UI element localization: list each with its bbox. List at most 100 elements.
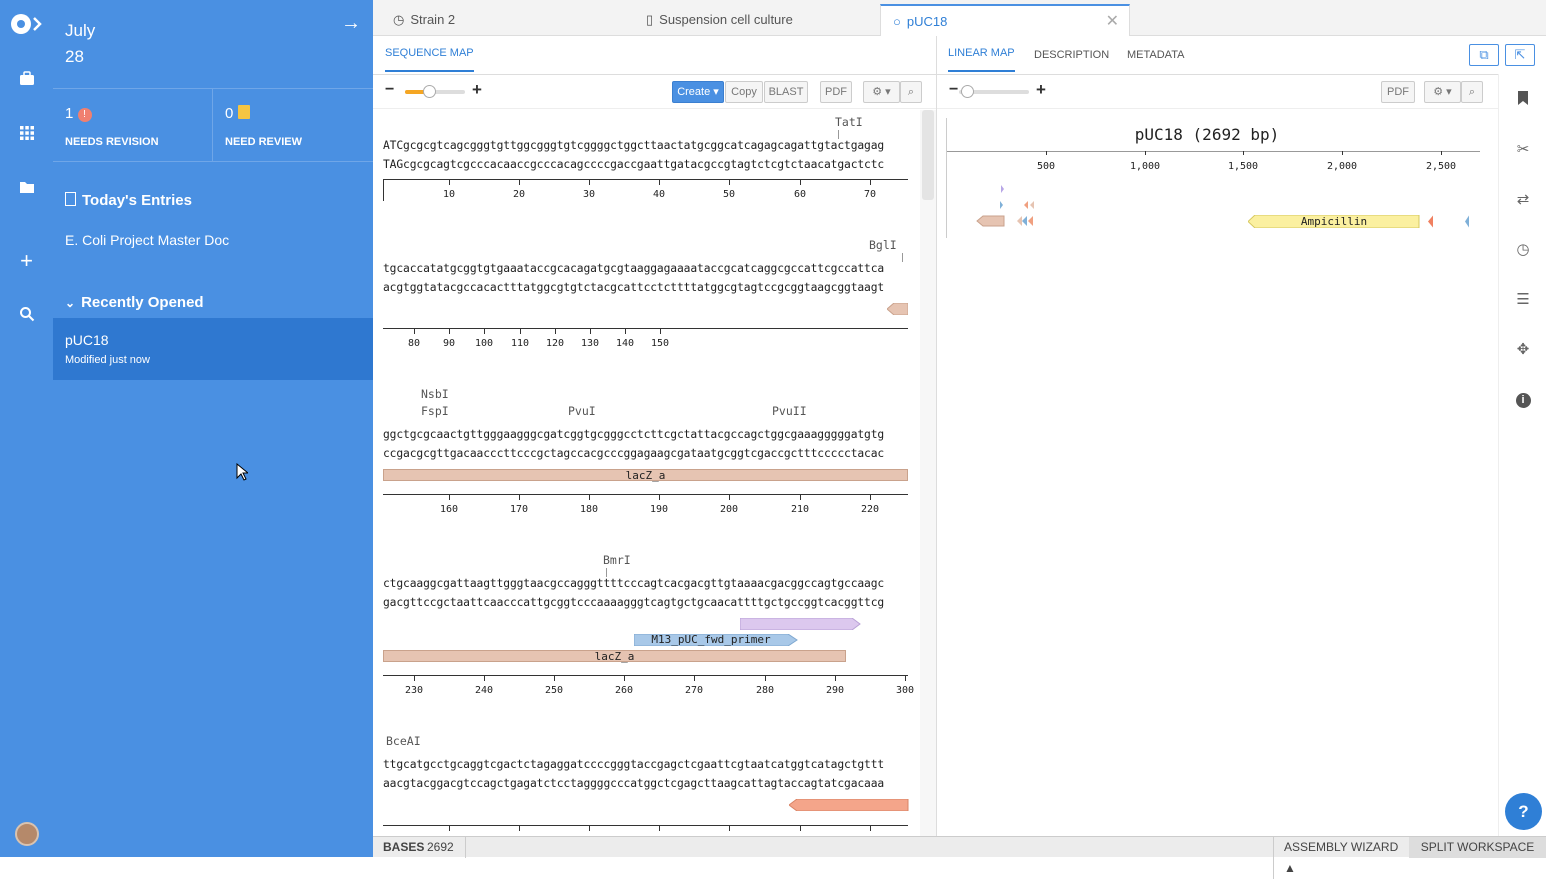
ruler-tick (625, 328, 626, 334)
assembly-wizard-button[interactable]: ASSEMBLY WIZARD ▲ (1273, 837, 1408, 879)
todays-entries-heading: Today's Entries (65, 192, 192, 209)
recently-opened-heading[interactable]: ⌄ Recently Opened (65, 294, 204, 311)
ruler-tick (729, 179, 730, 185)
ruler-tick (520, 328, 521, 334)
apps-grid-icon[interactable] (0, 125, 53, 144)
zoom-in-icon[interactable]: + (1036, 80, 1046, 100)
folder-icon[interactable] (0, 180, 53, 197)
settings-button[interactable]: ⚙ ▾ (1424, 81, 1461, 103)
pane-divider[interactable] (936, 36, 937, 836)
tab-suspension-cell-culture[interactable]: ▯ Suspension cell culture (626, 4, 879, 36)
duplicate-button[interactable]: ⧉ (1469, 44, 1499, 66)
zoom-in-icon[interactable]: + (472, 80, 482, 100)
tab-linear-map[interactable]: LINEAR MAP (948, 36, 1015, 72)
enzyme-site[interactable]: PvuII (772, 404, 807, 418)
needs-revision-count: 1 (65, 105, 74, 122)
ruler-tick (589, 825, 590, 831)
settings-button[interactable]: ⚙ ▾ (863, 81, 900, 103)
tab-strain-2[interactable]: ◷ Strain 2 (373, 4, 626, 36)
zoom-out-icon[interactable]: − (949, 81, 958, 99)
enzyme-site[interactable]: BceAI (386, 734, 421, 748)
zoom-slider[interactable] (405, 85, 465, 98)
create-button[interactable]: Create ▾ (672, 81, 724, 103)
export-button[interactable]: ⇱ (1505, 44, 1535, 66)
sequence-top-strand: ctgcaaggcgattaagttgggtaacgccagggttttccca… (383, 577, 885, 590)
ruler-tick (449, 179, 450, 185)
blast-button[interactable]: BLAST (764, 81, 808, 103)
feature-markers[interactable] (975, 183, 1065, 234)
enzyme-site[interactable]: FspI (421, 404, 449, 418)
split-workspace-button[interactable]: SPLIT WORKSPACE (1409, 837, 1546, 858)
info-icon[interactable]: i (1499, 390, 1546, 408)
map-axis-label: 1,000 (1129, 161, 1161, 172)
need-review-stat[interactable]: 0 NEED REVIEW (213, 88, 373, 162)
tab-metadata[interactable]: METADATA (1127, 36, 1184, 74)
copy-button[interactable]: Copy (725, 81, 763, 103)
history-icon[interactable]: ◷ (1499, 240, 1546, 258)
zoom-out-icon[interactable]: − (385, 81, 394, 99)
needs-revision-stat[interactable]: 1 ! NEEDS REVISION (53, 88, 213, 162)
pdf-button[interactable]: PDF (1381, 81, 1415, 103)
logo-icon[interactable] (0, 12, 53, 39)
ruler-label: 150 (650, 338, 670, 349)
zoom-slider[interactable] (959, 85, 1029, 98)
ruler-tick (554, 675, 555, 681)
bookmark-icon[interactable] (1499, 90, 1546, 110)
feature-markers[interactable] (1425, 215, 1475, 231)
ruler-tick (449, 494, 450, 500)
enzyme-site[interactable]: TatI (835, 115, 863, 129)
enzyme-site[interactable]: BglI (869, 238, 897, 252)
briefcase-icon[interactable] (0, 70, 53, 89)
tab-puc18[interactable]: ○ pUC18 ✕ (880, 4, 1130, 36)
app-rail: + (0, 0, 53, 857)
move-icon[interactable]: ✥ (1499, 340, 1546, 358)
swap-icon[interactable]: ⇄ (1499, 190, 1546, 208)
ruler-label: 60 (793, 189, 807, 200)
entry-link[interactable]: E. Coli Project Master Doc (65, 232, 229, 248)
ruler-label: 170 (509, 504, 529, 515)
alert-icon: ! (77, 108, 92, 122)
map-axis-tick (1046, 151, 1047, 155)
pdf-button[interactable]: PDF (820, 81, 852, 103)
left-toolbar: − + Create ▾ Copy BLAST PDF ⚙ ▾ ⌕ (373, 74, 936, 109)
linear-map[interactable]: pUC18 (2692 bp) 500 1,000 1,500 2,000 2,500 … (946, 118, 1486, 238)
tab-description[interactable]: DESCRIPTION (1034, 36, 1109, 74)
feature-annotation[interactable] (739, 617, 861, 633)
ruler-label: 160 (439, 504, 459, 515)
map-axis-tick (1441, 151, 1442, 155)
feature-lacz-a[interactable]: lacZ_a (383, 650, 846, 663)
ruler-tick (694, 675, 695, 681)
bases-count: 2692 (427, 840, 454, 854)
tab-sequence-map[interactable]: SEQUENCE MAP (385, 36, 474, 72)
help-chat-button[interactable]: ? (1505, 793, 1542, 830)
enzyme-site[interactable]: PvuI (568, 404, 596, 418)
recent-item-title: pUC18 (65, 332, 109, 348)
ruler-label: 100 (474, 338, 494, 349)
scissors-icon[interactable]: ✂ (1499, 140, 1546, 158)
ruler-tick (484, 675, 485, 681)
feature-annotation[interactable] (886, 302, 909, 318)
close-icon[interactable]: ✕ (1106, 6, 1119, 38)
ruler-tick (589, 494, 590, 500)
document-icon: ▯ (646, 12, 654, 27)
enzyme-site[interactable]: BmrI (603, 553, 631, 567)
feature-lacz-a[interactable]: lacZ_a (383, 469, 908, 482)
feature-m13-primer[interactable]: M13_pUC_fwd_primer (634, 634, 788, 646)
ruler-tick (414, 675, 415, 681)
search-button[interactable]: ⌕ (900, 81, 922, 103)
search-icon[interactable] (0, 306, 53, 325)
enzyme-site[interactable]: NsbI (421, 387, 449, 401)
feature-annotation[interactable] (788, 798, 909, 814)
avatar[interactable] (0, 822, 53, 846)
recent-item-puc18[interactable]: pUC18 Modified just now (53, 318, 373, 380)
arrow-right-icon[interactable]: → (341, 12, 361, 35)
sequence-scrollbar[interactable] (920, 110, 936, 836)
alignment-icon[interactable]: ☰ (1499, 290, 1546, 308)
add-icon[interactable]: + (0, 250, 53, 272)
map-title: pUC18 (2692 bp) (1134, 125, 1280, 144)
search-button[interactable]: ⌕ (1461, 81, 1483, 103)
plasmid-icon: ○ (893, 14, 901, 29)
ruler-tick (449, 825, 450, 831)
ruler-label: 50 (722, 189, 736, 200)
ruler-label: 180 (579, 504, 599, 515)
